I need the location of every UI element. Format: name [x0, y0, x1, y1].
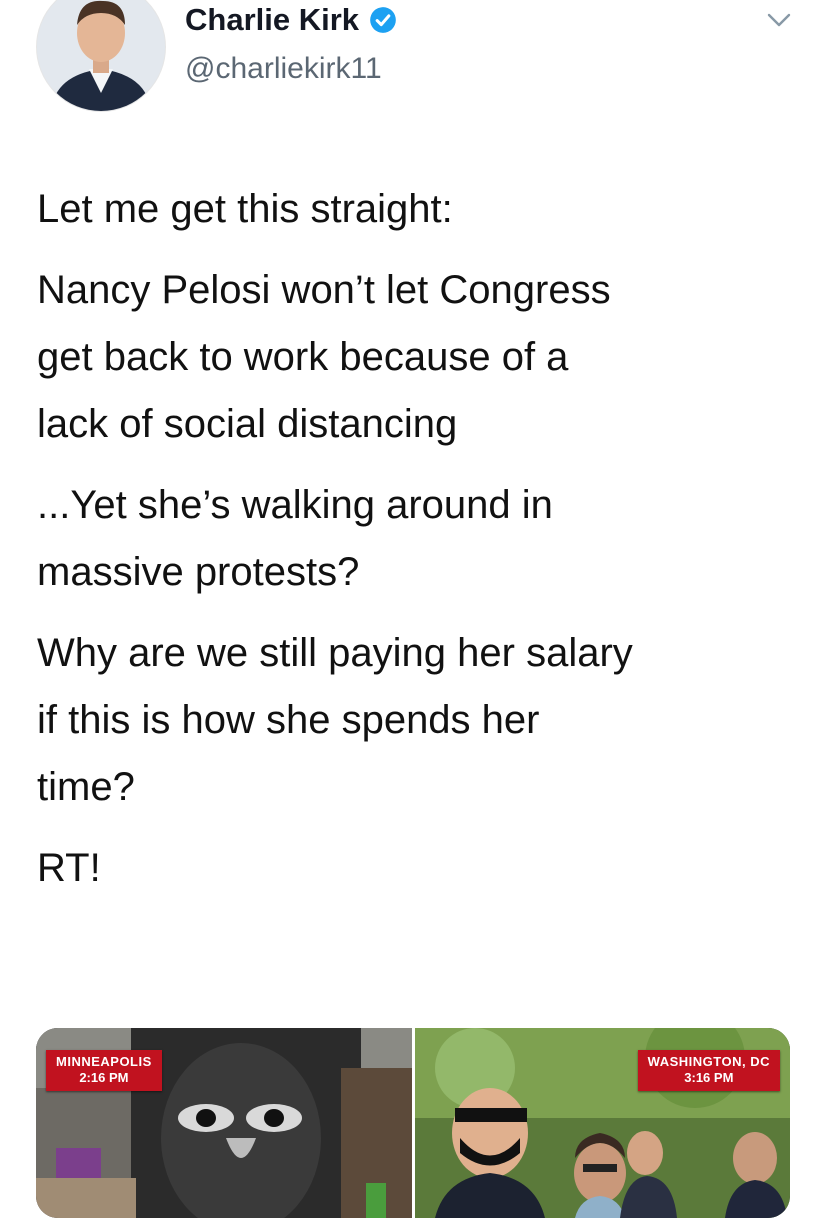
- tweet-body: Let me get this straight: Nancy Pelosi w…: [37, 176, 807, 916]
- location-label: MINNEAPOLIS: [56, 1054, 152, 1069]
- time-label: 3:16 PM: [684, 1070, 734, 1085]
- tweet-paragraph: Nancy Pelosi won’t let Congress get back…: [37, 268, 611, 446]
- verified-badge-icon: [370, 7, 396, 33]
- location-banner-right: WASHINGTON, DC 3:16 PM: [637, 1050, 780, 1091]
- chevron-down-icon[interactable]: [764, 8, 794, 32]
- location-banner-left: MINNEAPOLIS 2:16 PM: [46, 1050, 162, 1091]
- tweet-paragraph: ...Yet she’s walking around in massive p…: [37, 483, 553, 594]
- tweet-paragraph: Why are we still paying her salary if th…: [37, 631, 633, 809]
- author-handle[interactable]: @charliekirk11: [185, 52, 382, 86]
- tweet-paragraph: RT!: [37, 846, 101, 890]
- location-label: WASHINGTON, DC: [647, 1054, 770, 1069]
- author-name-row: Charlie Kirk: [185, 2, 397, 38]
- avatar[interactable]: [36, 0, 166, 112]
- media-right-panel[interactable]: WASHINGTON, DC 3:16 PM: [411, 1028, 790, 1218]
- profile-photo: [37, 0, 165, 111]
- author-display-name[interactable]: Charlie Kirk: [185, 2, 359, 38]
- time-label: 2:16 PM: [79, 1070, 129, 1085]
- tweet-paragraph: Let me get this straight:: [37, 187, 453, 231]
- media-left-panel[interactable]: MINNEAPOLIS 2:16 PM: [36, 1028, 412, 1218]
- tweet-header: Charlie Kirk @charliekirk11: [0, 0, 825, 130]
- tweet-media[interactable]: MINNEAPOLIS 2:16 PM WASHINGTON, DC 3:16 …: [36, 1028, 790, 1218]
